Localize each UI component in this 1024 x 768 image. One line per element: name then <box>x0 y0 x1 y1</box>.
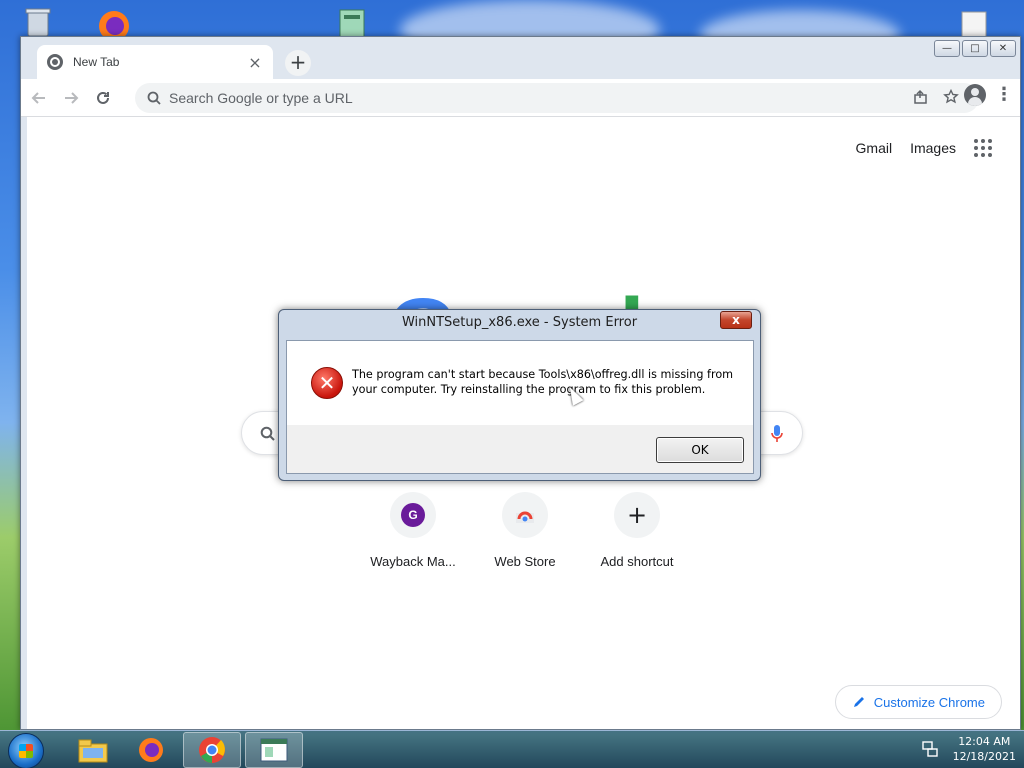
system-error-dialog: WinNTSetup_x86.exe - System Error x ✕ Th… <box>278 309 761 481</box>
browser-toolbar: ⋮ <box>21 79 1020 117</box>
error-icon: ✕ <box>311 367 343 399</box>
shortcut-add[interactable]: + Add shortcut <box>581 492 693 569</box>
arrow-right-icon <box>65 91 79 104</box>
menu-kebab-icon[interactable]: ⋮ <box>994 86 1014 104</box>
taskbar-clock[interactable]: 12:04 AM 12/18/2021 <box>953 734 1016 764</box>
pencil-icon <box>853 697 864 707</box>
taskbar-firefox[interactable] <box>122 732 180 768</box>
customize-label: Customize Chrome <box>873 694 985 710</box>
firefox-icon <box>139 738 163 762</box>
chrome-icon <box>199 737 225 763</box>
shortcut-label: Web Store <box>494 554 556 569</box>
tab-new-tab[interactable]: New Tab × <box>37 45 273 79</box>
error-message: The program can't start because Tools\x8… <box>352 367 742 397</box>
taskbar-setup-window[interactable] <box>245 732 303 768</box>
ok-button[interactable]: OK <box>656 437 744 463</box>
search-icon <box>260 426 275 441</box>
explorer-icon <box>78 739 108 763</box>
window-controls: — □ ✕ <box>934 40 1016 57</box>
tab-strip: New Tab × + — □ ✕ <box>21 37 1020 79</box>
search-icon <box>147 91 161 105</box>
tab-close-icon[interactable]: × <box>247 53 263 72</box>
omnibox-input[interactable] <box>169 90 849 106</box>
dialog-title: WinNTSetup_x86.exe - System Error <box>401 315 638 330</box>
shortcuts-row: G Wayback Ma... Web Store + Add shortcut <box>357 492 693 569</box>
arrow-left-icon <box>31 91 45 104</box>
shortcut-label: Wayback Ma... <box>370 554 456 569</box>
top-links: Gmail Images <box>856 139 992 157</box>
taskbar: 12:04 AM 12/18/2021 <box>0 730 1024 768</box>
apps-grid-icon[interactable] <box>974 139 992 157</box>
gmail-link[interactable]: Gmail <box>856 140 893 156</box>
taskbar-explorer[interactable] <box>64 732 122 768</box>
plus-icon: + <box>614 492 660 538</box>
wayback-icon: G <box>390 492 436 538</box>
share-icon[interactable] <box>913 89 929 105</box>
toolbar-right: ⋮ <box>964 84 1014 106</box>
chrome-favicon-icon <box>47 54 63 70</box>
close-window-button[interactable]: ✕ <box>990 40 1016 57</box>
microphone-icon[interactable] <box>770 424 784 444</box>
network-icon[interactable] <box>921 740 939 758</box>
forward-button[interactable] <box>57 84 85 112</box>
error-message-line-2: your computer. Try reinstalling the prog… <box>352 383 706 396</box>
new-tab-button[interactable]: + <box>285 50 311 76</box>
customize-chrome-button[interactable]: Customize Chrome <box>834 685 1002 719</box>
shortcut-wayback[interactable]: G Wayback Ma... <box>357 492 469 569</box>
start-button[interactable] <box>8 733 44 768</box>
profile-avatar-icon[interactable] <box>964 84 986 106</box>
omnibox[interactable] <box>135 83 979 113</box>
tab-title: New Tab <box>73 55 120 69</box>
bookmark-star-icon[interactable] <box>943 89 959 105</box>
dialog-close-button[interactable]: x <box>720 311 752 329</box>
omnibox-actions <box>913 89 959 105</box>
reload-button[interactable] <box>89 84 117 112</box>
reload-icon <box>97 91 109 104</box>
clock-time: 12:04 AM <box>958 735 1011 748</box>
shortcut-web-store[interactable]: Web Store <box>469 492 581 569</box>
clock-date: 12/18/2021 <box>952 750 1016 763</box>
minimize-button[interactable]: — <box>934 40 960 57</box>
shortcut-label: Add shortcut <box>600 554 674 569</box>
system-tray: 12:04 AM 12/18/2021 <box>921 734 1016 764</box>
web-store-icon <box>502 492 548 538</box>
error-message-line-1: The program can't start because Tools\x8… <box>352 368 734 381</box>
back-button[interactable] <box>25 84 53 112</box>
dialog-body: ✕ The program can't start because Tools\… <box>287 341 753 425</box>
setup-window-icon <box>260 738 288 762</box>
maximize-button[interactable]: □ <box>962 40 988 57</box>
images-link[interactable]: Images <box>910 140 956 156</box>
dialog-client-area: ✕ The program can't start because Tools\… <box>286 340 754 474</box>
taskbar-chrome[interactable] <box>183 732 241 768</box>
